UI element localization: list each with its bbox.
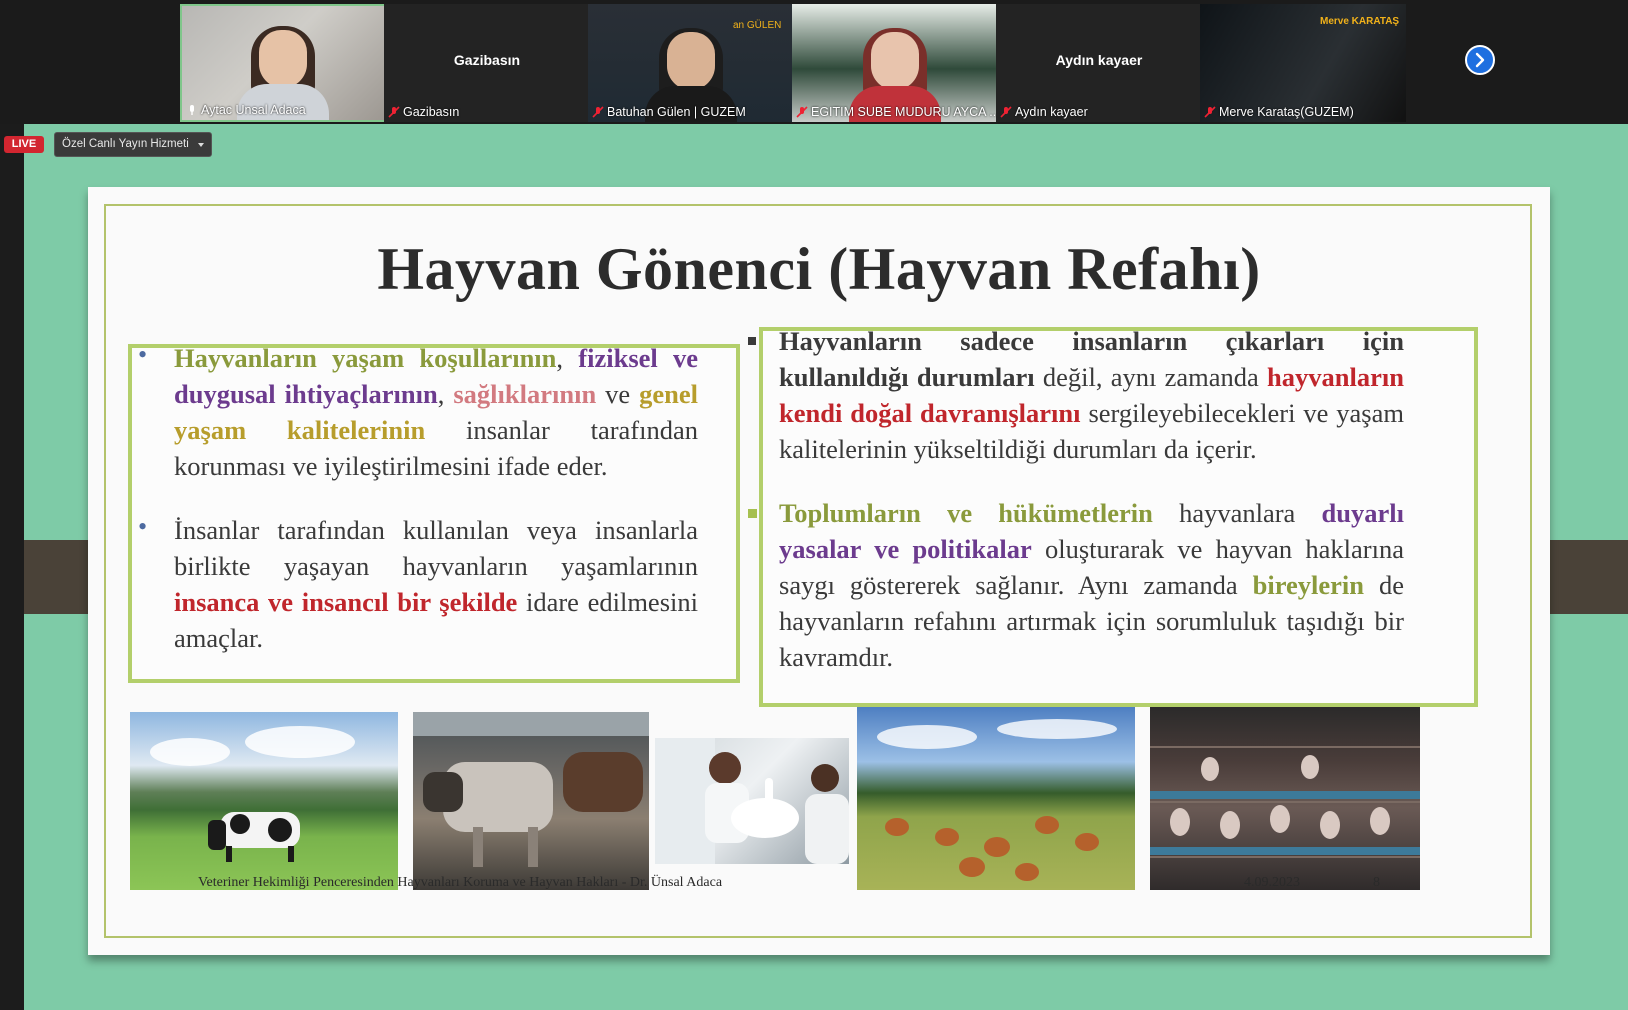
bullet-text-segment: ve	[596, 379, 640, 409]
bullet-text-segment: İnsanlar tarafından kullanılan veya insa…	[174, 515, 698, 581]
participant-name: Batuhan Gülen | GUZEM	[592, 105, 746, 119]
participant-name: Merve Karataş(GUZEM)	[1204, 105, 1354, 119]
live-service-label: Özel Canlı Yayın Hizmeti	[62, 138, 189, 150]
bullet-text-segment: insanca ve insancıl bir şekilde	[174, 587, 518, 617]
participant-name: Gazibasın	[388, 105, 459, 119]
mic-on-icon	[190, 105, 194, 115]
participant-tile[interactable]: Merve KARATAŞ Merve Karataş(GUZEM)	[1200, 4, 1406, 122]
caret-down-icon	[198, 143, 204, 147]
bullet-text-segment: sağlıklarının	[453, 379, 597, 409]
participant-tile[interactable]: Aydın kayaer Aydın kayaer	[996, 4, 1202, 122]
slide-footer: Veteriner Hekimliği Penceresinden Hayvan…	[198, 875, 723, 890]
cattle-barn-photo	[413, 712, 649, 890]
mic-muted-icon	[796, 106, 808, 118]
bullet-text-segment: ,	[437, 379, 454, 409]
overlay-text: Merve KARATAŞ	[1320, 16, 1400, 27]
cow-pasture-photo	[130, 712, 398, 890]
right-bullet-2: Toplumların ve hükümetlerin hayvanlara d…	[779, 495, 1404, 675]
participant-display-name: Aydın kayaer	[1055, 52, 1143, 68]
participant-display-name: Gazibasın	[453, 52, 521, 68]
participant-tile[interactable]: an GÜLEN Batuhan Gülen | GUZEM	[588, 4, 794, 122]
bullet-icon: •	[138, 512, 148, 541]
live-service-dropdown[interactable]: Özel Canlı Yayın Hizmeti	[54, 132, 212, 157]
participant-name: Aytac Unsal Adaca	[186, 103, 306, 117]
slide-date: 4.09.2023	[1244, 875, 1300, 890]
bullet-text-segment: hayvanlara	[1152, 498, 1322, 528]
mic-muted-icon	[592, 106, 604, 118]
overlay-text: an GÜLEN	[733, 20, 782, 31]
chevron-right-icon	[1475, 52, 1485, 68]
caged-hens-photo	[1150, 707, 1420, 890]
mic-muted-icon	[1000, 106, 1012, 118]
presentation-slide: Hayvan Gönenci (Hayvan Refahı) • Hayvanl…	[88, 187, 1550, 955]
slide-number: 8	[1373, 875, 1380, 890]
lab-rabbit-photo	[655, 738, 849, 864]
participant-name: EGITIM SUBE MUDURU AYCA ...	[796, 105, 998, 119]
free-range-chickens-photo	[857, 707, 1135, 890]
participant-strip: Aytac Unsal Adaca Gazibasın Gazibasın an…	[0, 0, 1628, 124]
bullet-square-icon	[748, 509, 757, 518]
bullet-text-segment: bireylerin	[1252, 570, 1364, 600]
participant-name: Aydın kayaer	[1000, 105, 1088, 119]
participant-tile[interactable]: Gazibasın Gazibasın	[384, 4, 590, 122]
next-participants-button[interactable]	[1465, 45, 1495, 75]
bullet-text-segment: ,	[556, 343, 579, 373]
participant-tile[interactable]: Aytac Unsal Adaca	[180, 4, 386, 122]
slide-title: Hayvan Gönenci (Hayvan Refahı)	[377, 236, 1261, 302]
bullet-square-icon	[748, 337, 756, 345]
bullet-icon: •	[138, 340, 148, 369]
right-bullet-1: Hayvanların sadece insanların çıkarları …	[779, 323, 1404, 467]
mic-muted-icon	[1204, 106, 1216, 118]
participant-tile[interactable]: EGITIM SUBE MUDURU AYCA ...	[792, 4, 998, 122]
bullet-text-segment: değil, aynı zamanda	[1034, 362, 1268, 392]
left-bullet-1: Hayvanların yaşam koşullarının, fiziksel…	[174, 340, 698, 484]
live-badge: LIVE	[4, 136, 44, 153]
mic-muted-icon	[388, 106, 400, 118]
left-bullet-2: İnsanlar tarafından kullanılan veya insa…	[174, 512, 698, 656]
bullet-text-segment: Toplumların ve hükümetlerin	[779, 498, 1153, 528]
bullet-text-segment: Hayvanların yaşam koşullarının	[174, 343, 557, 373]
